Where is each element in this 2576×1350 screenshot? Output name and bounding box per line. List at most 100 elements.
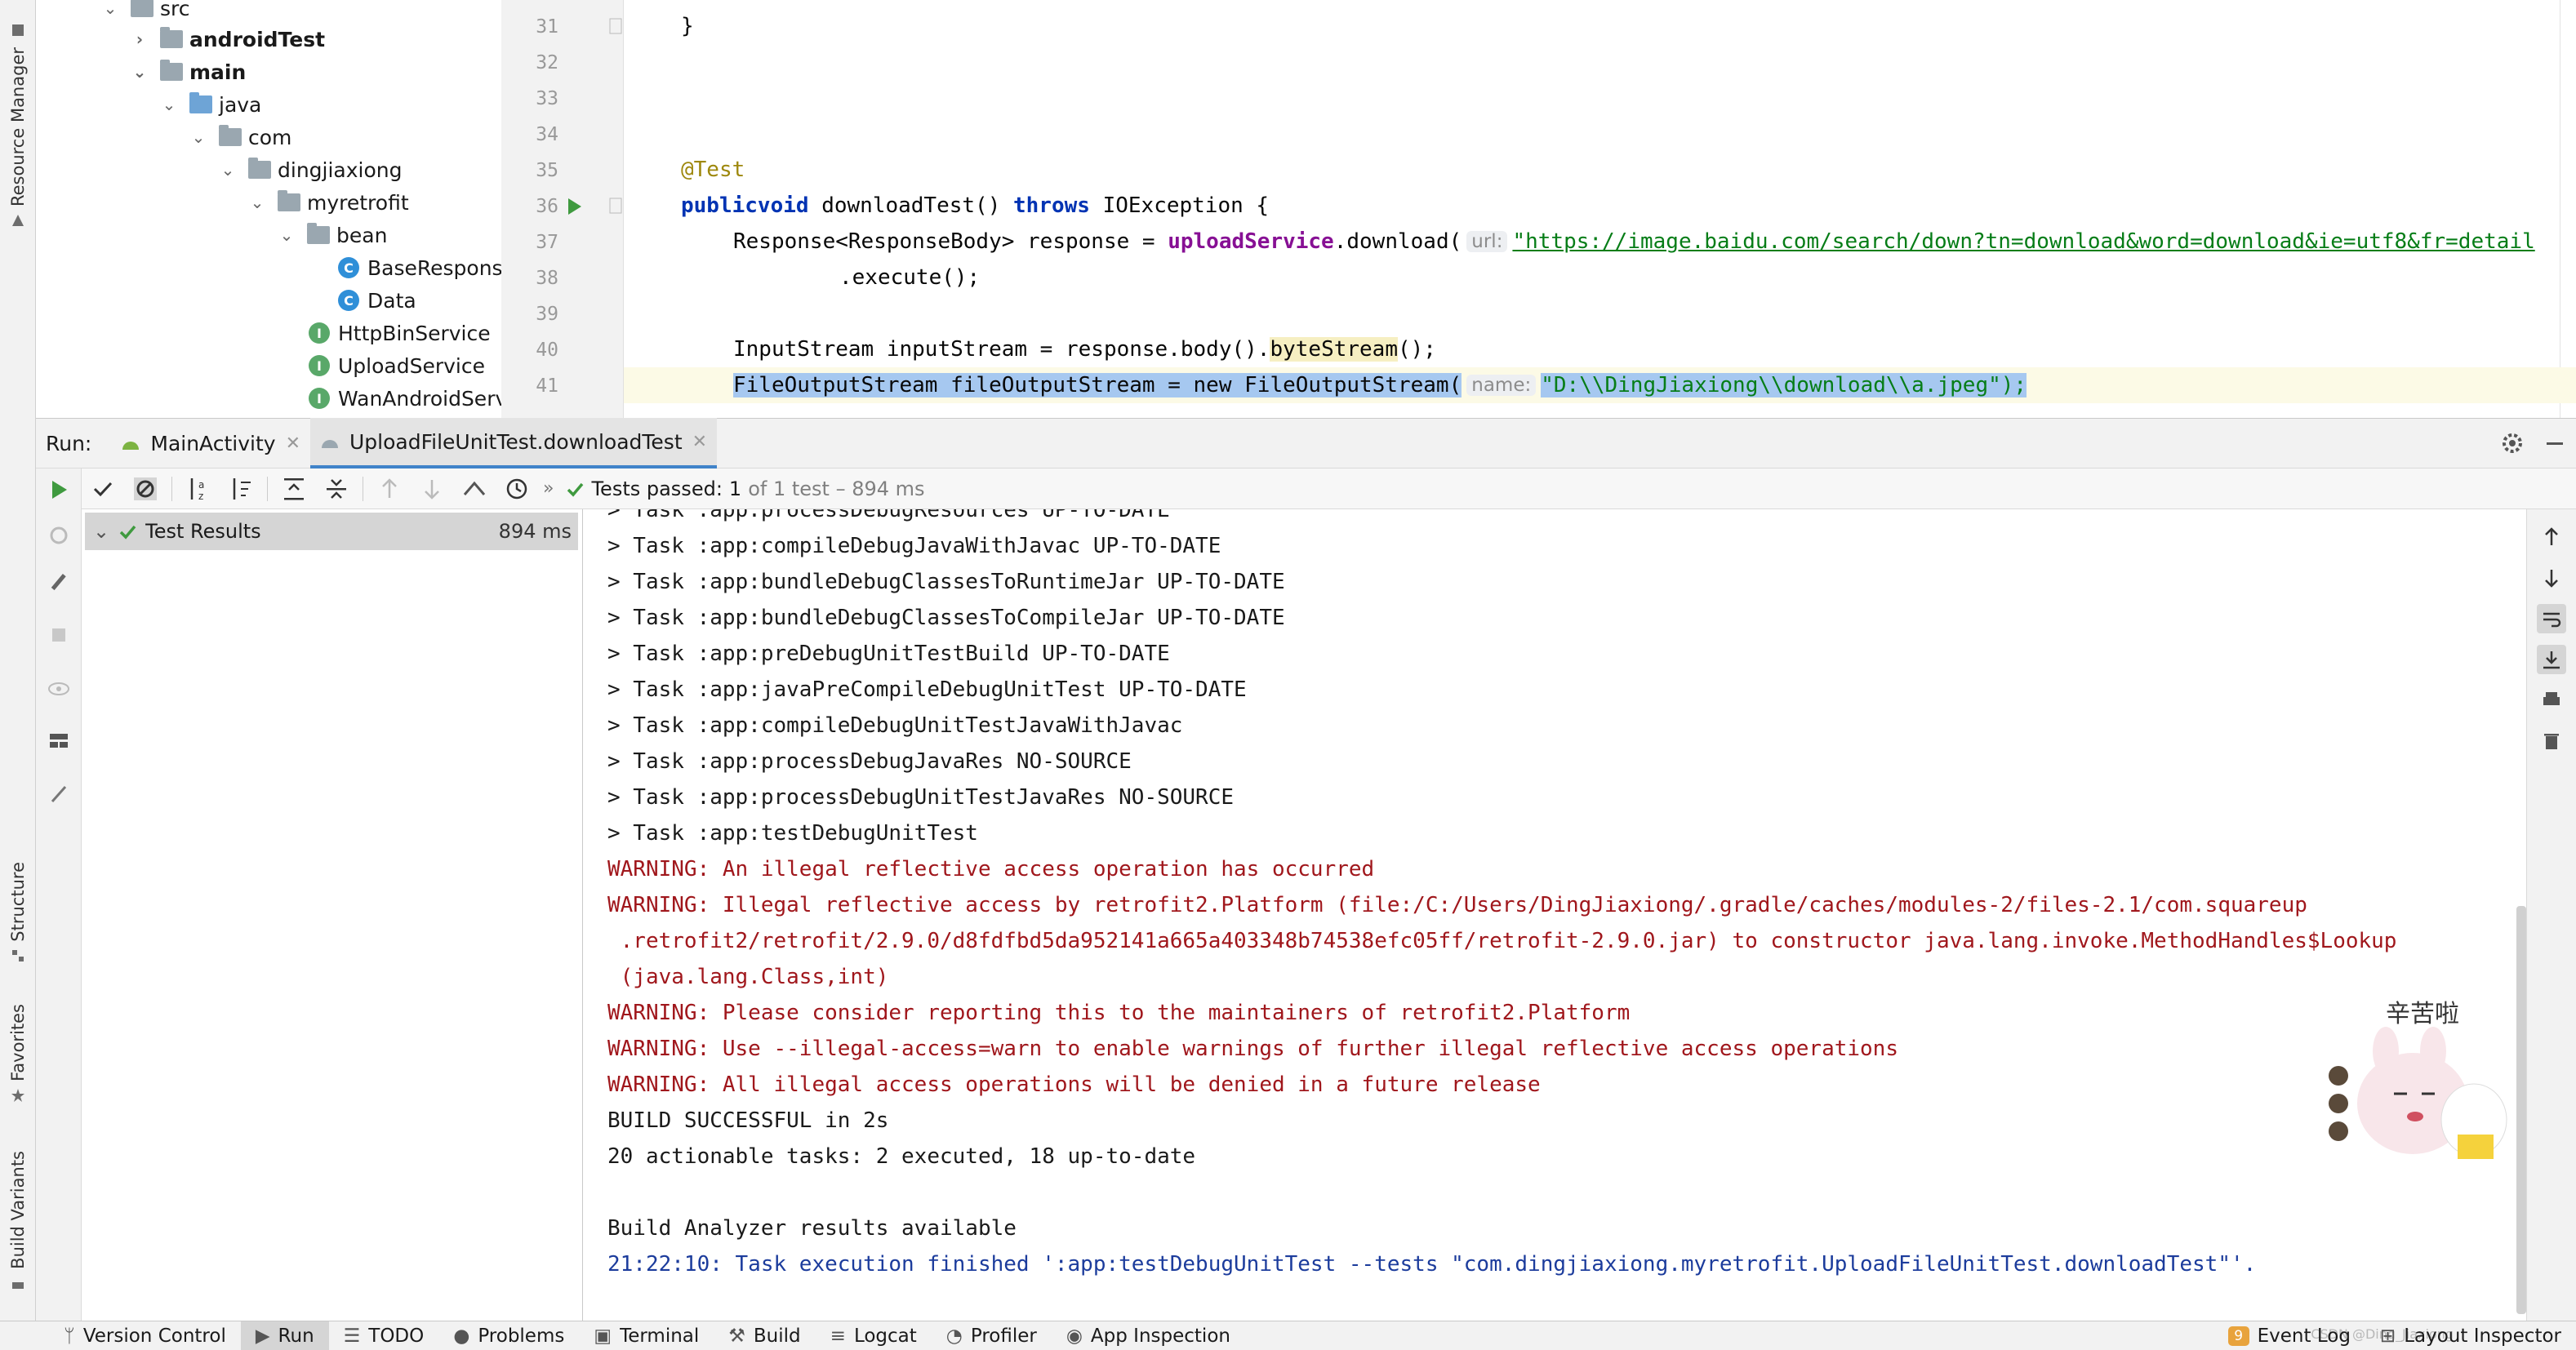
svg-text:z: z	[198, 491, 203, 502]
chevron-right-icon[interactable]: ›	[131, 29, 149, 49]
tab-build[interactable]: ⚒ Build	[714, 1321, 815, 1350]
show-ignored-icon[interactable]	[124, 469, 167, 509]
tab-downloadtest[interactable]: UploadFileUnitTest.downloadTest ✕	[310, 418, 718, 469]
bottom-bar-right: 9 Event Log ⊞ Layout Inspector	[2213, 1321, 2576, 1350]
tree-item-label: java	[219, 92, 262, 117]
arrow-up-icon[interactable]	[368, 469, 411, 509]
tab-version-control[interactable]: ᛘ Version Control	[49, 1321, 241, 1350]
tab-resource-manager[interactable]: Resource Manager	[0, 16, 36, 228]
interface-icon: I	[309, 322, 330, 344]
show-passed-icon[interactable]	[82, 469, 124, 509]
tests-passed-summary: of 1 test – 894 ms	[748, 477, 925, 500]
tab-todo[interactable]: ☰ TODO	[329, 1321, 439, 1350]
tree-item-java[interactable]: ⌄ java	[160, 88, 261, 121]
tab-layout-inspector[interactable]: ⊞ Layout Inspector	[2365, 1321, 2576, 1350]
scroll-down-icon[interactable]	[2537, 563, 2566, 593]
tab-event-log[interactable]: 9 Event Log	[2213, 1321, 2365, 1350]
tree-item-bean[interactable]: ⌄ bean	[278, 219, 387, 251]
list-icon: ☰	[343, 1325, 361, 1347]
rerun-failed-icon[interactable]	[46, 522, 72, 548]
tree-item-data[interactable]: C Data	[338, 284, 416, 317]
tree-item-dingjiaxiong[interactable]: ⌄ dingjiaxiong	[219, 153, 403, 186]
inspection-icon: ◉	[1066, 1325, 1083, 1347]
line-number: 35	[536, 160, 558, 181]
console-line: WARNING: Illegal reflective access by re…	[607, 893, 2307, 917]
arrow-down-icon[interactable]	[411, 469, 453, 509]
chevron-down-icon[interactable]: ⌄	[189, 127, 207, 147]
chevron-down-icon[interactable]: ⌄	[93, 520, 109, 543]
tree-item-main[interactable]: ⌄ main	[131, 56, 246, 88]
chevron-down-icon[interactable]: ⌄	[248, 193, 266, 212]
tab-label: Problems	[478, 1325, 565, 1347]
chevron-down-icon[interactable]: ⌄	[160, 95, 178, 114]
chevron-down-icon[interactable]: ⌄	[278, 225, 296, 245]
scroll-to-end-button[interactable]	[2537, 645, 2566, 674]
tab-structure[interactable]: Structure	[0, 862, 36, 963]
tab-profiler[interactable]: ◔ Profiler	[932, 1321, 1052, 1350]
tree-item-wanandroidservice[interactable]: I WanAndroidServ	[309, 382, 501, 415]
pin-icon[interactable]	[46, 780, 72, 806]
run-test-gutter-icon[interactable]	[563, 196, 585, 217]
scroll-up-icon[interactable]	[2537, 522, 2566, 552]
eye-icon[interactable]	[46, 676, 72, 702]
print-icon[interactable]	[2537, 686, 2566, 715]
test-results-root[interactable]: ⌄ Test Results 894 ms	[85, 513, 578, 550]
tree-item-myretrofit[interactable]: ⌄ myretrofit	[248, 186, 409, 219]
tree-item-uploadservice[interactable]: I UploadService	[309, 349, 485, 382]
more-chevron-icon[interactable]: »	[543, 478, 554, 499]
run-side-toolbar	[36, 469, 82, 1321]
tab-mainactivity[interactable]: MainActivity ✕	[111, 418, 310, 469]
line-number: 37	[536, 232, 558, 253]
wrench-icon[interactable]	[46, 568, 72, 594]
tab-problems[interactable]: ● Problems	[438, 1321, 579, 1350]
folder-icon	[160, 27, 183, 48]
minimize-icon[interactable]	[2542, 430, 2568, 456]
rerun-icon[interactable]	[46, 477, 72, 503]
console-line: WARNING: An illegal reflective access op…	[607, 857, 1375, 881]
tree-item-httpbinservice[interactable]: I HttpBinService	[309, 317, 491, 349]
fold-icon[interactable]	[609, 18, 622, 34]
run-window-header: Run: MainActivity ✕ UploadFileUnitTest.d…	[36, 418, 2576, 469]
tree-item-androidtest[interactable]: › androidTest	[131, 23, 325, 56]
line-number: 34	[536, 124, 558, 145]
tab-run[interactable]: ▶ Run	[240, 1321, 329, 1350]
tab-favorites[interactable]: Favorites	[0, 1004, 36, 1103]
android-icon	[122, 442, 140, 450]
code-editor[interactable]: } @Test public void downloadTest() throw…	[624, 0, 2576, 418]
layout-icon[interactable]	[46, 728, 72, 754]
tree-item-label: BaseResponse	[367, 255, 501, 280]
collapse-all-icon[interactable]	[315, 469, 358, 509]
tab-label: UploadFileUnitTest.downloadTest	[349, 429, 683, 454]
fold-icon[interactable]	[609, 198, 622, 214]
line-number: 38	[536, 268, 558, 289]
tab-terminal[interactable]: ▣ Terminal	[579, 1321, 714, 1350]
folder-icon	[160, 60, 183, 81]
soft-wrap-button[interactable]	[2537, 604, 2566, 633]
sort-duration-icon[interactable]	[220, 469, 262, 509]
trash-icon[interactable]	[2537, 726, 2566, 756]
console-line: WARNING: All illegal access operations w…	[607, 1072, 1541, 1097]
close-icon[interactable]: ✕	[286, 433, 300, 454]
resource-manager-icon	[12, 24, 24, 36]
chevron-down-icon[interactable]: ⌄	[131, 62, 149, 82]
tree-item-label: HttpBinService	[338, 321, 491, 345]
tree-item-src[interactable]: ⌄ src	[101, 0, 190, 24]
history-icon[interactable]	[496, 469, 538, 509]
tree-item-baseresponse[interactable]: C BaseResponse	[338, 251, 501, 284]
gear-icon[interactable]	[2499, 430, 2525, 456]
tree-item-com[interactable]: ⌄ com	[189, 121, 291, 153]
sort-alpha-icon[interactable]: az	[177, 469, 220, 509]
tree-item-label: main	[189, 60, 247, 84]
chevron-down-icon[interactable]: ⌄	[219, 160, 237, 180]
logcat-icon: ≡	[830, 1325, 846, 1347]
close-icon[interactable]: ✕	[692, 432, 707, 452]
chevron-down-icon[interactable]: ⌄	[101, 0, 119, 18]
import-tests-icon[interactable]	[453, 469, 496, 509]
structure-label: Structure	[8, 862, 28, 942]
tab-app-inspection[interactable]: ◉ App Inspection	[1052, 1321, 1245, 1350]
tab-build-variants[interactable]: Build Variants	[0, 1151, 36, 1290]
stop-icon[interactable]	[46, 622, 72, 648]
expand-all-icon[interactable]	[273, 469, 315, 509]
tab-logcat[interactable]: ≡ Logcat	[816, 1321, 932, 1350]
console-output[interactable]: > Task :app:processDebugResources UP-TO-…	[583, 509, 2510, 1321]
